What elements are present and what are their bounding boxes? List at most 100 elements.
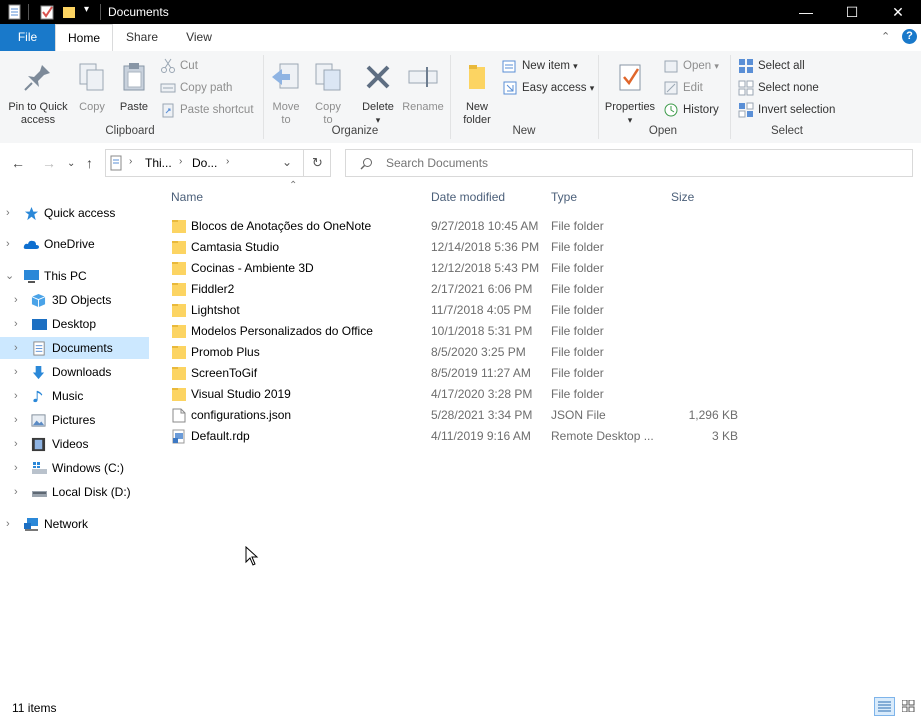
new-folder-quick-icon[interactable] xyxy=(62,4,76,20)
pin-to-quick-access-button[interactable]: Pin to Quick access xyxy=(4,61,72,127)
search-box[interactable] xyxy=(345,149,913,177)
tab-share[interactable]: Share xyxy=(115,24,169,51)
breadcrumb-chevron-icon[interactable]: › xyxy=(179,156,182,167)
column-header-type[interactable]: Type xyxy=(551,190,577,204)
collapse-chevron-icon[interactable]: ⌄ xyxy=(5,265,14,287)
nav-item-windows-c[interactable]: › Windows (C:) xyxy=(0,457,149,479)
table-row[interactable]: Cocinas - Ambiente 3D 12/12/2018 5:43 PM F… xyxy=(160,258,760,279)
navigation-pane: › Quick access › OneDrive ⌄ This PC › 3D… xyxy=(0,195,160,695)
tab-view[interactable]: View xyxy=(172,24,226,51)
easy-access-icon xyxy=(503,81,517,95)
rename-button[interactable]: Rename xyxy=(401,61,445,114)
close-button[interactable]: ✕ xyxy=(875,0,921,24)
up-arrow-icon[interactable]: ↑ xyxy=(86,155,93,171)
expand-chevron-icon[interactable]: › xyxy=(6,233,10,255)
customize-toolbar-chevron-icon[interactable]: ▾ xyxy=(84,4,89,15)
maximize-button[interactable]: ☐ xyxy=(829,0,875,24)
expand-chevron-icon[interactable]: › xyxy=(6,513,10,535)
select-none-button[interactable]: Select none xyxy=(738,79,819,97)
folder-icon xyxy=(172,388,186,401)
folder-icon xyxy=(172,283,186,296)
table-row[interactable]: configurations.json 5/28/2021 3:34 PM JSON… xyxy=(160,405,760,426)
select-all-button[interactable]: Select all xyxy=(738,57,805,75)
nav-item-downloads[interactable]: › Downloads xyxy=(0,361,149,383)
easy-access-button[interactable]: Easy access ▾ xyxy=(502,79,594,97)
copy-path-button[interactable]: Copy path xyxy=(160,79,232,97)
table-row[interactable]: Blocos de Anotações do OneNote 9/27/2018 … xyxy=(160,216,760,237)
cut-button[interactable]: Cut xyxy=(160,57,198,75)
expand-chevron-icon[interactable]: › xyxy=(14,481,18,503)
address-bar[interactable]: › Thi... › Do... › ⌄ ↻ xyxy=(105,149,331,177)
tab-home[interactable]: Home xyxy=(55,24,113,52)
expand-chevron-icon[interactable]: › xyxy=(14,433,18,455)
table-row[interactable]: ScreenToGif 8/5/2019 11:27 AM File folder xyxy=(160,363,760,384)
tab-file[interactable]: File xyxy=(0,24,55,51)
paste-shortcut-button[interactable]: Paste shortcut xyxy=(160,101,254,119)
forward-arrow-icon[interactable]: → xyxy=(42,155,56,171)
properties-check-icon[interactable] xyxy=(40,4,54,20)
search-input[interactable] xyxy=(384,155,888,171)
edit-button[interactable]: Edit xyxy=(663,79,703,97)
minimize-button[interactable]: — xyxy=(783,0,829,24)
paste-button[interactable]: Paste xyxy=(117,61,151,114)
help-icon[interactable]: ? xyxy=(902,29,917,44)
file-type: File folder xyxy=(551,366,604,380)
table-row[interactable]: Visual Studio 2019 4/17/2020 3:28 PM File … xyxy=(160,384,760,405)
nav-item-quick-access[interactable]: › Quick access xyxy=(0,202,149,224)
nav-item-3d-objects[interactable]: › 3D Objects xyxy=(0,289,149,311)
minimize-ribbon-chevron-icon[interactable]: ⌃ xyxy=(881,30,890,43)
back-arrow-icon[interactable]: ← xyxy=(11,155,25,171)
nav-item-local-disk-d[interactable]: › Local Disk (D:) xyxy=(0,481,149,503)
nav-item-pictures[interactable]: › Pictures xyxy=(0,409,149,431)
copy-button[interactable]: Copy xyxy=(76,61,108,114)
breadcrumb-chevron-icon[interactable]: › xyxy=(129,156,132,167)
history-button[interactable]: History xyxy=(663,101,719,119)
invert-selection-button[interactable]: Invert selection xyxy=(738,101,835,119)
expand-chevron-icon[interactable]: › xyxy=(6,202,10,224)
nav-item-desktop[interactable]: › Desktop xyxy=(0,313,149,335)
expand-chevron-icon[interactable]: › xyxy=(14,385,18,407)
column-header-name[interactable]: Name xyxy=(171,190,203,204)
paste-shortcut-icon xyxy=(162,103,174,118)
folder-icon xyxy=(172,241,186,254)
table-row[interactable]: Lightshot 11/7/2018 4:05 PM File folder xyxy=(160,300,760,321)
delete-button[interactable]: Delete ▾ xyxy=(358,61,398,127)
nav-item-onedrive[interactable]: › OneDrive xyxy=(0,233,149,255)
expand-chevron-icon[interactable]: › xyxy=(14,457,18,479)
nav-item-videos[interactable]: › Videos xyxy=(0,433,149,455)
status-bar: 11 items xyxy=(0,697,921,718)
table-row[interactable]: Fiddler2 2/17/2021 6:06 PM File folder xyxy=(160,279,760,300)
table-row[interactable]: Promob Plus 8/5/2020 3:25 PM File folder xyxy=(160,342,760,363)
breadcrumb-documents[interactable]: Do... xyxy=(192,156,217,170)
details-view-button[interactable] xyxy=(874,697,895,716)
properties-button[interactable]: Properties ▾ xyxy=(602,61,658,127)
breadcrumb-this-pc[interactable]: Thi... xyxy=(145,156,172,170)
nav-item-documents[interactable]: › Documents xyxy=(0,337,149,359)
expand-chevron-icon[interactable]: › xyxy=(14,409,18,431)
expand-chevron-icon[interactable]: › xyxy=(14,361,18,383)
expand-chevron-icon[interactable]: › xyxy=(14,337,18,359)
address-history-chevron-icon[interactable]: ⌄ xyxy=(282,155,292,169)
column-header-size[interactable]: Size xyxy=(671,190,694,204)
table-row[interactable]: Camtasia Studio 12/14/2018 5:36 PM File fo… xyxy=(160,237,760,258)
move-to-button[interactable]: Move to xyxy=(268,61,304,127)
film-icon xyxy=(31,437,46,452)
nav-item-network[interactable]: › Network xyxy=(0,513,149,535)
large-icons-view-button[interactable] xyxy=(898,697,919,716)
open-button[interactable]: Open ▾ xyxy=(663,57,719,75)
column-header-date-modified[interactable]: Date modified xyxy=(431,190,505,204)
nav-item-this-pc[interactable]: ⌄ This PC xyxy=(0,265,149,287)
new-folder-button[interactable]: New folder xyxy=(456,61,498,127)
breadcrumb-chevron-icon[interactable]: › xyxy=(226,156,229,167)
recent-locations-chevron-icon[interactable]: ⌄ xyxy=(67,158,75,169)
file-date-modified: 10/1/2018 5:31 PM xyxy=(431,324,533,338)
copy-to-button[interactable]: Copy to xyxy=(310,61,346,127)
expand-chevron-icon[interactable]: › xyxy=(14,313,18,335)
table-row[interactable]: Default.rdp 4/11/2019 9:16 AM Remote Deskt… xyxy=(160,426,760,447)
table-row[interactable]: Modelos Personalizados do Office 10/1/201… xyxy=(160,321,760,342)
expand-chevron-icon[interactable]: › xyxy=(14,289,18,311)
new-item-button[interactable]: New item ▾ xyxy=(502,57,578,75)
refresh-icon[interactable]: ↻ xyxy=(312,155,323,171)
paste-shortcut-label: Paste shortcut xyxy=(180,104,254,116)
nav-item-music[interactable]: › Music xyxy=(0,385,149,407)
